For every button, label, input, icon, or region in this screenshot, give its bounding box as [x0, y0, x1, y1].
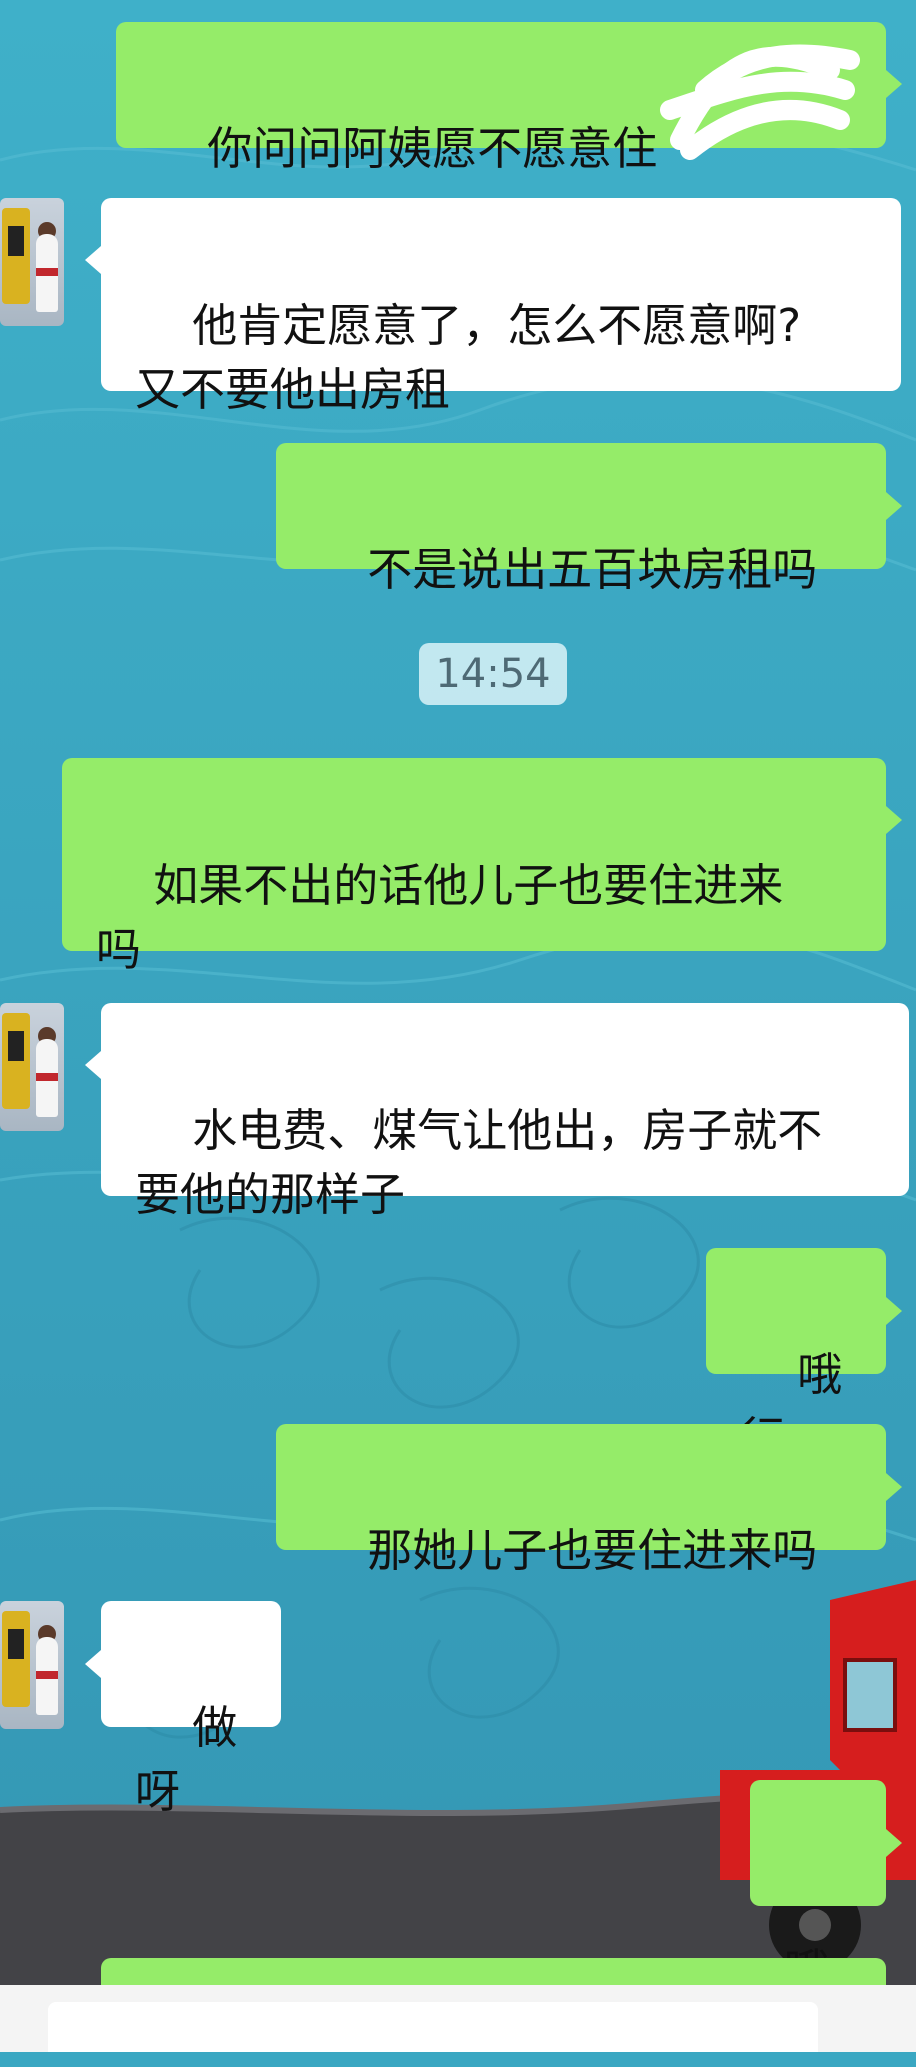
contact-avatar[interactable]: [0, 1003, 64, 1131]
received-message-bubble[interactable]: 水电费、煤气让他出，房子就不 要他的那样子: [101, 1003, 909, 1221]
bubble-tail: [85, 1650, 101, 1678]
redaction-scribble: [660, 44, 860, 160]
sent-message-bubble[interactable]: 那她儿子也要住进来吗: [276, 1424, 886, 1577]
message-text: 你问问阿姨愿不愿意住: [207, 122, 658, 175]
bubble-tail: [886, 492, 902, 520]
bubble-tail: [85, 246, 101, 274]
sent-message-bubble[interactable]: 哦: [750, 1780, 886, 1997]
bubble-tail: [886, 806, 902, 834]
chat-timestamp: 14:54: [419, 643, 567, 705]
sent-message-bubble[interactable]: 如果不出的话他儿子也要住进来 吗: [62, 758, 886, 976]
message-input[interactable]: [48, 2002, 818, 2052]
received-message-bubble[interactable]: 做呀: [101, 1601, 281, 1818]
sent-message-bubble[interactable]: 不是说出五百块房租吗: [276, 443, 886, 596]
contact-avatar[interactable]: [0, 198, 64, 326]
bubble-tail: [886, 70, 902, 98]
bubble-tail: [886, 1473, 902, 1501]
bubble-tail: [85, 1051, 101, 1079]
bubble-tail: [886, 1297, 902, 1325]
message-text: 不是说出五百块房租吗: [367, 543, 818, 596]
bubble-tail: [886, 1829, 902, 1857]
message-text: 那她儿子也要住进来吗: [367, 1524, 818, 1577]
contact-avatar[interactable]: [0, 1601, 64, 1729]
received-message-bubble[interactable]: 他肯定愿意了，怎么不愿意啊? 又不要他出房租: [101, 198, 901, 416]
sent-message-bubble[interactable]: 哦行: [706, 1248, 886, 1465]
